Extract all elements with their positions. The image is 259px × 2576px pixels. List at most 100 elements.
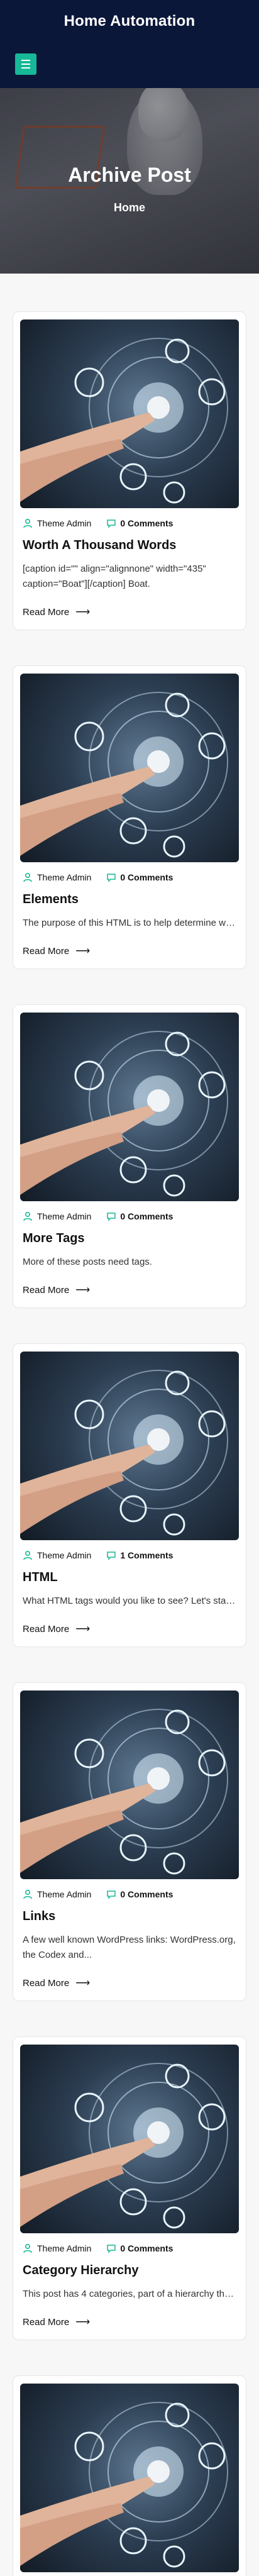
page-title: Archive Post	[68, 164, 191, 186]
post-card: Theme Admin 0 Comments Category Hierarch…	[13, 2036, 246, 2340]
post-excerpt: This post has 4 categories, part of a hi…	[23, 2289, 236, 2299]
post-meta: Theme Admin 1 Comments	[20, 1550, 239, 1560]
user-icon	[23, 2243, 32, 2253]
post-comments[interactable]: 0 Comments	[106, 1211, 173, 1221]
post-comments[interactable]: 0 Comments	[106, 872, 173, 882]
post-excerpt: The purpose of this HTML is to help dete…	[23, 918, 236, 928]
comment-count: 0 Comments	[120, 1889, 174, 1899]
post-meta: Theme Admin 0 Comments	[20, 872, 239, 882]
comment-icon	[107, 1890, 116, 1899]
post-excerpt: [caption id="" align="alignnone" width="…	[23, 564, 206, 589]
post-excerpt: A few well known WordPress links: WordPr…	[23, 1935, 236, 1960]
post-meta: Theme Admin 0 Comments	[20, 2243, 239, 2253]
site-header: Home Automation	[0, 0, 259, 88]
comment-count: 0 Comments	[120, 2243, 174, 2253]
post-card: ⟶	[13, 2375, 246, 2576]
post-thumbnail[interactable]	[20, 1690, 239, 1879]
arrow-right-icon: ⟶	[75, 1978, 91, 1989]
page-banner: Archive Post Home	[0, 88, 259, 274]
post-thumbnail[interactable]	[20, 674, 239, 862]
post-list: Theme Admin 0 Comments Worth A Thousand …	[0, 274, 259, 2576]
read-more-label: Read More	[23, 1284, 70, 1296]
author-name: Theme Admin	[37, 1889, 92, 1899]
author-name: Theme Admin	[37, 1550, 92, 1560]
post-title[interactable]: Worth A Thousand Words	[23, 538, 239, 553]
read-more-link[interactable]: Read More ⟶	[23, 606, 239, 618]
post-author[interactable]: Theme Admin	[23, 1211, 91, 1221]
post-card: Theme Admin 0 Comments More Tags More of…	[13, 1004, 246, 1308]
read-more-link[interactable]: Read More ⟶	[23, 1284, 239, 1296]
arrow-right-icon: ⟶	[75, 946, 91, 957]
user-icon	[23, 1889, 32, 1899]
user-icon	[23, 518, 32, 528]
post-excerpt: More of these posts need tags.	[23, 1257, 152, 1267]
read-more-label: Read More	[23, 1977, 70, 1989]
comment-count: 1 Comments	[120, 1550, 174, 1560]
comment-icon	[107, 1213, 116, 1221]
post-meta: Theme Admin 0 Comments	[20, 1211, 239, 1221]
post-author[interactable]: Theme Admin	[23, 1889, 91, 1899]
arrow-right-icon: ⟶	[75, 607, 91, 618]
post-title[interactable]: Links	[23, 1909, 239, 1924]
user-icon	[23, 1211, 32, 1221]
read-more-link[interactable]: Read More ⟶	[23, 1623, 239, 1635]
touchscreen-dashboard-image	[20, 2402, 228, 2568]
menu-toggle-button[interactable]	[15, 53, 36, 75]
arrow-right-icon: ⟶	[75, 1624, 91, 1635]
post-excerpt: What HTML tags would you like to see? Le…	[23, 1596, 236, 1606]
comment-count: 0 Comments	[120, 872, 174, 882]
touchscreen-dashboard-image	[20, 1370, 228, 1536]
comment-icon	[107, 1552, 116, 1560]
post-title[interactable]: More Tags	[23, 1231, 239, 1246]
post-thumbnail[interactable]	[20, 1013, 239, 1201]
user-icon	[23, 1550, 32, 1560]
post-comments[interactable]: 0 Comments	[106, 518, 173, 528]
read-more-link[interactable]: Read More ⟶	[23, 945, 239, 957]
post-thumbnail[interactable]	[20, 319, 239, 508]
comment-count: 0 Comments	[120, 1211, 174, 1221]
post-card: Theme Admin 0 Comments Worth A Thousand …	[13, 311, 246, 630]
read-more-link[interactable]: Read More ⟶	[23, 2316, 239, 2328]
post-author[interactable]: Theme Admin	[23, 1550, 91, 1560]
post-comments[interactable]: 0 Comments	[106, 1889, 173, 1899]
post-author[interactable]: Theme Admin	[23, 2243, 91, 2253]
post-thumbnail[interactable]	[20, 1352, 239, 1540]
post-card: Theme Admin 0 Comments Elements The purp…	[13, 665, 246, 969]
touchscreen-dashboard-image	[20, 692, 228, 858]
post-title[interactable]: Elements	[23, 892, 239, 907]
breadcrumb-home[interactable]: Home	[0, 201, 259, 214]
read-more-label: Read More	[23, 945, 70, 957]
hamburger-icon	[21, 58, 30, 70]
site-title[interactable]: Home Automation	[0, 13, 259, 30]
post-card: Theme Admin 0 Comments Links A few well …	[13, 1682, 246, 2001]
touchscreen-dashboard-image	[20, 1709, 228, 1875]
user-icon	[23, 872, 32, 882]
author-name: Theme Admin	[37, 518, 92, 528]
arrow-right-icon: ⟶	[75, 2317, 91, 2328]
post-title[interactable]: HTML	[23, 1570, 239, 1585]
read-more-label: Read More	[23, 2316, 70, 2328]
post-comments[interactable]: 1 Comments	[106, 1550, 173, 1560]
post-card: Theme Admin 1 Comments HTML What HTML ta…	[13, 1343, 246, 1647]
post-thumbnail[interactable]	[20, 2384, 239, 2572]
author-name: Theme Admin	[37, 2243, 92, 2253]
comment-icon	[107, 2245, 116, 2253]
post-meta: Theme Admin 0 Comments	[20, 518, 239, 528]
post-author[interactable]: Theme Admin	[23, 518, 91, 528]
read-more-link[interactable]: Read More ⟶	[23, 1977, 239, 1989]
post-title[interactable]: Category Hierarchy	[23, 2263, 239, 2278]
comment-icon	[107, 519, 116, 528]
read-more-label: Read More	[23, 606, 70, 618]
arrow-right-icon: ⟶	[75, 1285, 91, 1296]
post-comments[interactable]: 0 Comments	[106, 2243, 173, 2253]
read-more-label: Read More	[23, 1623, 70, 1635]
post-author[interactable]: Theme Admin	[23, 872, 91, 882]
comment-count: 0 Comments	[120, 518, 174, 528]
touchscreen-dashboard-image	[20, 2063, 228, 2229]
author-name: Theme Admin	[37, 1211, 92, 1221]
post-thumbnail[interactable]	[20, 2045, 239, 2233]
author-name: Theme Admin	[37, 872, 92, 882]
touchscreen-dashboard-image	[20, 1031, 228, 1197]
touchscreen-dashboard-image	[20, 338, 228, 504]
post-meta: Theme Admin 0 Comments	[20, 1889, 239, 1899]
